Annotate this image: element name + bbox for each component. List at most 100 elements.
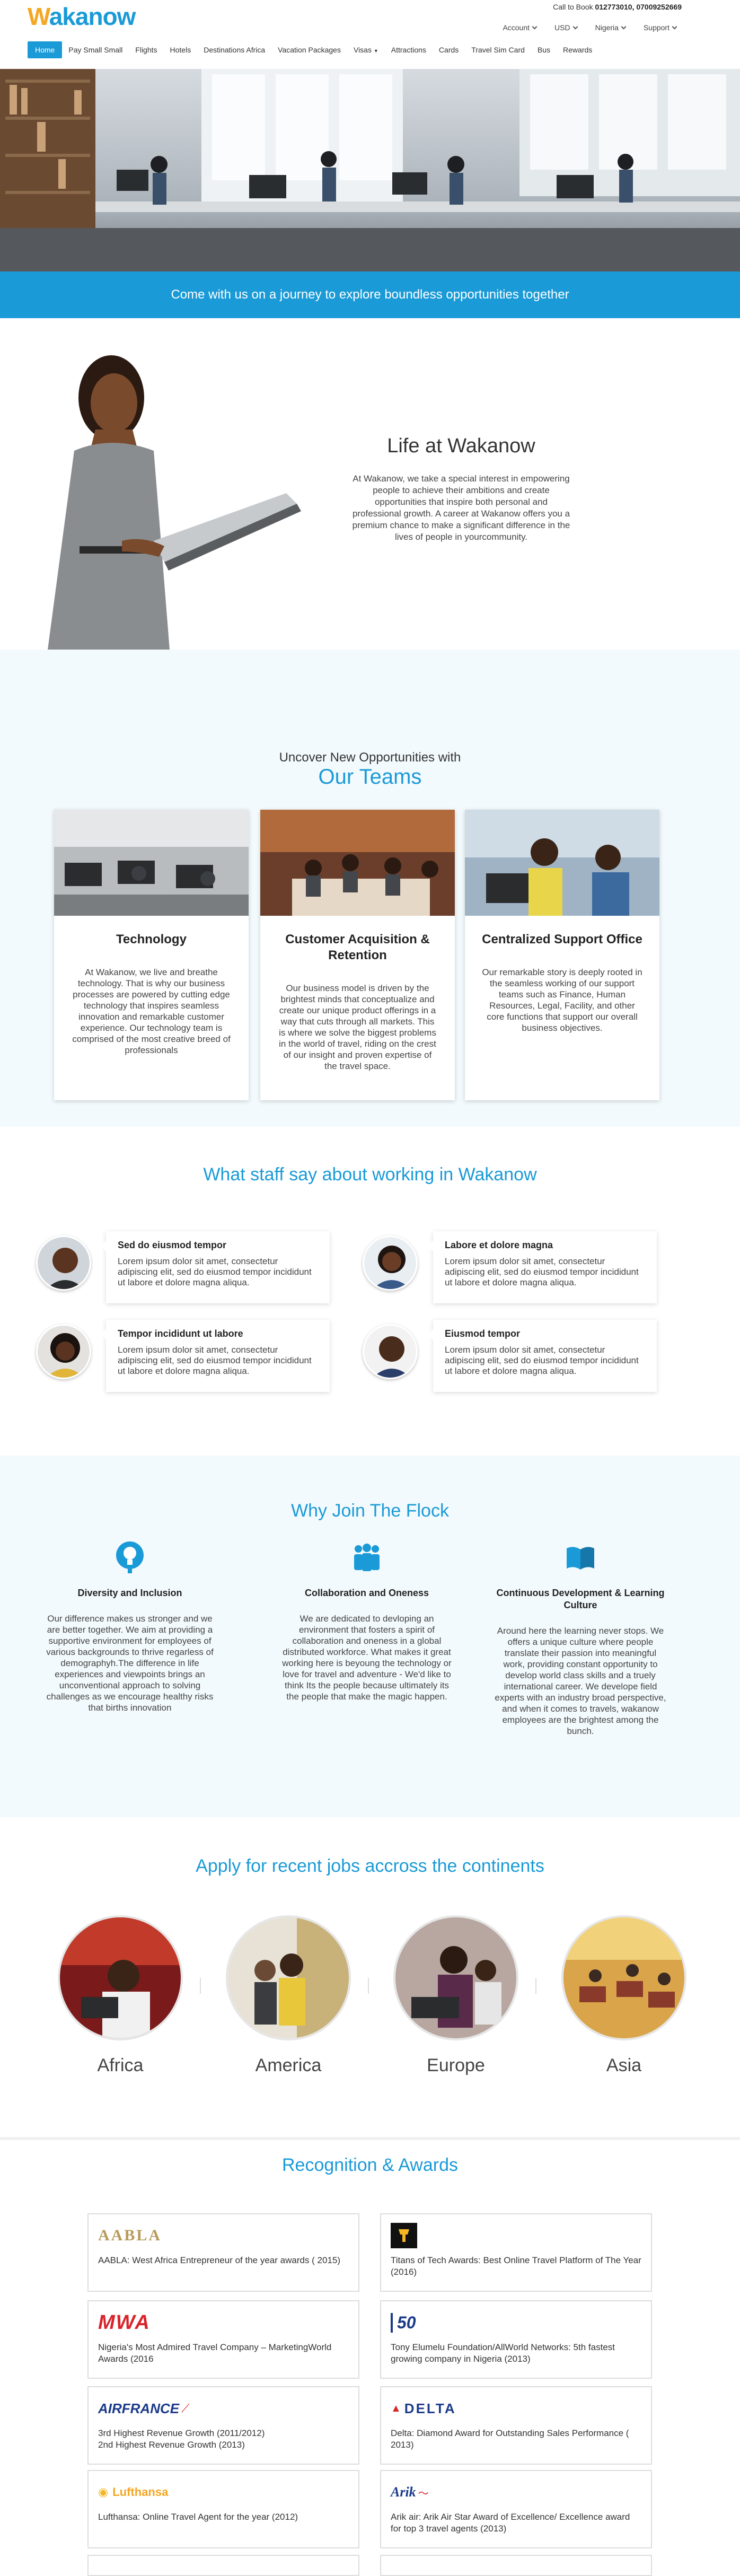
wakanow-logo[interactable]: Wakanow — [28, 2, 136, 31]
logo-mark: W — [28, 3, 50, 30]
team-card-text: At Wakanow, we live and breathe technolo… — [72, 967, 231, 1055]
technology-image — [54, 810, 249, 916]
flock-column: Collaboration and Oneness We are dedicat… — [279, 1540, 454, 1702]
continent-label: America — [255, 2055, 322, 2075]
award-text: Titans of Tech Awards: Best Online Trave… — [391, 2255, 641, 2277]
continent-label: Europe — [427, 2055, 485, 2075]
team-card-text: Our remarkable story is deeply rooted in… — [482, 967, 642, 1033]
team-card-title: Centralized Support Office — [482, 932, 642, 947]
journey-banner: Come with us on a journey to explore bou… — [0, 271, 740, 318]
staff-avatar — [36, 1324, 91, 1379]
staff-quote-card: Tempor incididunt ut labore Lorem ipsum … — [101, 1320, 330, 1392]
airfrance-stripe-icon: ⟋ — [181, 2402, 190, 2415]
country-dropdown[interactable]: Nigeria — [595, 23, 627, 32]
lufthansa-logo: ◉ Lufthansa — [98, 2485, 169, 2499]
nav-pay-small-small[interactable]: Pay Small Small — [62, 41, 129, 58]
staff-quote-text: Lorem ipsum dolor sit amet, consectetur … — [445, 1256, 639, 1287]
team-card-technology[interactable]: Technology At Wakanow, we live and breat… — [54, 810, 249, 1100]
staff-name: Labore et dolore magna — [445, 1240, 553, 1250]
flock-heading: Continuous Development & Learning Cultur… — [496, 1588, 665, 1610]
arik-swoosh-icon: 〜 — [418, 2487, 429, 2500]
award-card: ◉ Lufthansa Lufthansa: Online Travel Agen… — [87, 2470, 359, 2548]
allworld-50-logo: 50 — [391, 2310, 641, 2335]
award-text: Tony Elumelu Foundation/AllWorld Network… — [391, 2342, 615, 2364]
woman-with-laptop-image — [42, 339, 318, 650]
chevron-down-icon — [572, 24, 578, 29]
continent-europe[interactable]: Europe — [393, 1915, 518, 2076]
main-nav: Home Pay Small Small Flights Hotels Dest… — [28, 41, 598, 58]
team-card-support-office[interactable]: Centralized Support Office Our remarkabl… — [465, 810, 659, 1100]
chevron-down-icon — [532, 24, 538, 29]
nav-hotels[interactable]: Hotels — [164, 41, 198, 58]
continent-asia[interactable]: Asia — [561, 1915, 686, 2076]
award-card-partial — [87, 2555, 359, 2576]
book-icon — [493, 1540, 668, 1574]
team-icon — [279, 1540, 454, 1574]
award-card: MWA Nigeria's Most Admired Travel Compan… — [87, 2300, 359, 2379]
call-to-book: Call to Book 012773010, 07009252669 — [553, 3, 682, 11]
airfrance-logo: AIRFRANCE ⟋ — [98, 2400, 190, 2416]
staff-name: Sed do eiusmod tempor — [118, 1240, 227, 1250]
award-text: Lufthansa: Online Travel Agent for the y… — [98, 2512, 298, 2522]
award-text: Arik air: Arik Air Star Award of Excelle… — [391, 2512, 630, 2534]
nav-destinations-africa[interactable]: Destinations Africa — [197, 41, 271, 58]
caret-down-icon: ▼ — [373, 48, 378, 54]
award-card: AABLA AABLA: West Africa Entrepreneur of… — [87, 2213, 359, 2292]
lightbulb-icon — [42, 1540, 217, 1574]
award-card: AIRFRANCE ⟋ 3rd Highest Revenue Growth (2… — [87, 2386, 359, 2465]
asia-image — [561, 1915, 686, 2040]
nav-rewards[interactable]: Rewards — [557, 41, 598, 58]
flock-column: Diversity and Inclusion Our difference m… — [42, 1540, 217, 1713]
nav-cards[interactable]: Cards — [433, 41, 465, 58]
chevron-down-icon — [621, 24, 627, 29]
arik-air-logo: Arik 〜 — [391, 2484, 429, 2500]
awards-title: Recognition & Awards — [281, 2155, 458, 2175]
account-dropdown[interactable]: Account — [503, 23, 538, 32]
flock-heading: Diversity and Inclusion — [77, 1588, 182, 1598]
staff-avatar — [363, 1236, 418, 1291]
team-card-title: Customer Acquisition & Retention — [285, 932, 430, 962]
customer-acquisition-image — [260, 810, 455, 916]
africa-image — [58, 1915, 183, 2040]
team-card-customer-acquisition[interactable]: Customer Acquisition & Retention Our bus… — [260, 810, 455, 1100]
nav-attractions[interactable]: Attractions — [385, 41, 433, 58]
continent-label: Africa — [97, 2055, 144, 2075]
staff-quote-text: Lorem ipsum dolor sit amet, consectetur … — [118, 1345, 312, 1376]
nav-home[interactable]: Home — [28, 41, 63, 58]
award-text: AABLA: West Africa Entrepreneur of the y… — [98, 2255, 341, 2265]
flock-title: Why Join The Flock — [291, 1501, 449, 1521]
staff-name: Eiusmod tempor — [445, 1328, 521, 1339]
jobs-title: Apply for recent jobs accross the contin… — [196, 1856, 544, 1876]
account-menu: Account USD Nigeria Support — [503, 23, 677, 32]
staff-quote-card: Sed do eiusmod tempor Lorem ipsum dolor … — [101, 1231, 330, 1303]
flock-heading: Collaboration and Oneness — [304, 1588, 429, 1598]
support-office-image — [465, 810, 659, 916]
continent-africa[interactable]: Africa — [58, 1915, 183, 2076]
award-text: Nigeria's Most Admired Travel Company – … — [98, 2342, 332, 2364]
staff-quote-card: Eiusmod tempor Lorem ipsum dolor sit ame… — [428, 1320, 657, 1392]
section-divider — [0, 2137, 740, 2140]
team-card-text: Our business model is driven by the brig… — [279, 983, 436, 1071]
nav-visas[interactable]: Visas ▼ — [347, 41, 385, 58]
flock-text: Our difference makes us stronger and we … — [46, 1614, 214, 1713]
america-image — [226, 1915, 351, 2040]
life-title: Life at Wakanow — [387, 435, 535, 457]
nav-flights[interactable]: Flights — [129, 41, 163, 58]
nav-travel-sim-card[interactable]: Travel Sim Card — [465, 41, 531, 58]
flock-text: Around here the learning never stops. We… — [495, 1626, 666, 1736]
award-text: Delta: Diamond Award for Outstanding Sal… — [391, 2428, 629, 2450]
currency-dropdown[interactable]: USD — [554, 23, 578, 32]
nav-vacation-packages[interactable]: Vacation Packages — [271, 41, 347, 58]
award-card: Titans of Tech Awards: Best Online Trave… — [380, 2213, 652, 2292]
team-card-title: Technology — [116, 932, 187, 947]
flock-text: We are dedicated to devloping an environ… — [282, 1614, 452, 1702]
chevron-down-icon — [672, 24, 677, 29]
marketing-world-awards-logo: MWA — [98, 2311, 151, 2334]
support-dropdown[interactable]: Support — [644, 23, 677, 32]
continent-america[interactable]: America — [226, 1915, 351, 2076]
staff-avatar — [363, 1324, 418, 1379]
nav-bus[interactable]: Bus — [531, 41, 557, 58]
continent-label: Asia — [606, 2055, 642, 2075]
book-phones[interactable]: 012773010, 07009252669 — [595, 3, 682, 11]
delta-triangle-icon: ▲ — [391, 2402, 401, 2414]
